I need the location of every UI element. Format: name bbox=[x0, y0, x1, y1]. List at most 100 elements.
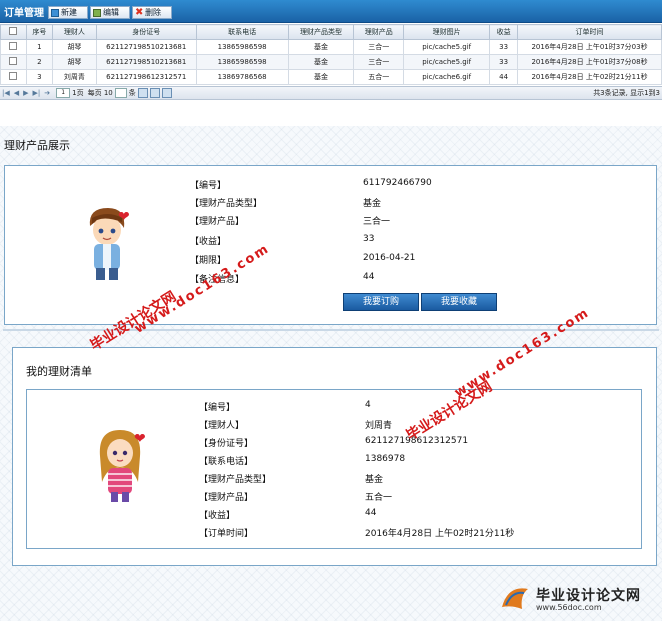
page-title: 订单管理 bbox=[4, 8, 44, 19]
product-field-value: 611792466790 bbox=[363, 178, 432, 188]
col-idcard[interactable]: 身份证号 bbox=[95, 24, 197, 40]
first-page-icon[interactable]: |◀ bbox=[2, 87, 10, 99]
product-field-value: 33 bbox=[363, 234, 375, 244]
table-row[interactable]: 2 胡琴 621127198510213681 13865986598 基金 三… bbox=[0, 54, 662, 70]
table-header: 序号 理财人 身份证号 联系电话 理财产品类型 理财产品 理财图片 收益 订单时… bbox=[0, 24, 662, 40]
list-field-label: 【联系电话】 bbox=[199, 457, 254, 467]
list-field-value: 1386978 bbox=[365, 454, 406, 464]
cell-product: 五合一 bbox=[353, 69, 405, 85]
col-phone[interactable]: 联系电话 bbox=[195, 24, 289, 40]
col-product[interactable]: 理财产品 bbox=[353, 24, 405, 40]
cell-time: 2016年4月28日 上午01时37分08秒 bbox=[517, 54, 662, 70]
col-income[interactable]: 收益 bbox=[489, 24, 519, 40]
list-field-label: 【身份证号】 bbox=[199, 439, 254, 449]
delete-icon: ✖ bbox=[135, 6, 144, 18]
cell-no: 2 bbox=[25, 54, 53, 70]
list-field-value: 五合一 bbox=[365, 493, 393, 503]
edit-button[interactable]: 编辑 bbox=[90, 6, 130, 19]
list-field-label: 【编号】 bbox=[199, 403, 236, 413]
product-field-value: 三合一 bbox=[363, 217, 391, 227]
cell-image: pic/cache5.gif bbox=[403, 54, 491, 70]
table-row[interactable]: 3 刘周青 621127198612312571 13869786568 基金 … bbox=[0, 69, 662, 85]
list-field-label: 【收益】 bbox=[199, 511, 236, 521]
cell-type: 基金 bbox=[287, 54, 355, 70]
product-field-label: 【收益】 bbox=[190, 237, 227, 247]
row-checkbox[interactable] bbox=[0, 39, 27, 55]
col-image[interactable]: 理财图片 bbox=[403, 24, 491, 40]
list-field-value: 基金 bbox=[365, 475, 384, 485]
new-icon bbox=[51, 8, 59, 17]
pager: |◀ ◀ ▶ ▶| ➔ 1 1页 每页 10 条 共3条记录, 显示1到3 bbox=[0, 86, 662, 100]
print-icon[interactable] bbox=[161, 88, 172, 98]
new-button[interactable]: 新建 bbox=[48, 6, 88, 19]
buy-button[interactable]: 我要订购 bbox=[343, 293, 419, 311]
export-icon[interactable] bbox=[149, 88, 160, 98]
cell-no: 3 bbox=[25, 69, 53, 85]
list-field-value: 刘周青 bbox=[365, 421, 393, 431]
cell-person: 刘周青 bbox=[51, 69, 97, 85]
cell-no: 1 bbox=[25, 39, 53, 55]
cell-product: 三合一 bbox=[353, 54, 405, 70]
col-time[interactable]: 订单时间 bbox=[517, 24, 662, 40]
table-row[interactable]: 1 胡琴 621127198510213681 13865986598 基金 三… bbox=[0, 39, 662, 55]
my-list-title: 我的理财清单 bbox=[26, 365, 92, 378]
product-field-value: 2016-04-21 bbox=[363, 253, 416, 263]
cell-time: 2016年4月28日 上午01时37分03秒 bbox=[517, 39, 662, 55]
cell-phone: 13869786568 bbox=[195, 69, 289, 85]
product-field-value: 44 bbox=[363, 272, 375, 282]
orders-table: 序号 理财人 身份证号 联系电话 理财产品类型 理财产品 理财图片 收益 订单时… bbox=[0, 24, 662, 85]
list-field-label: 【理财产品类型】 bbox=[199, 475, 272, 485]
per-page-unit: 条 bbox=[128, 89, 136, 97]
row-checkbox[interactable] bbox=[0, 69, 27, 85]
cell-idcard: 621127198510213681 bbox=[95, 39, 197, 55]
col-type[interactable]: 理财产品类型 bbox=[287, 24, 355, 40]
list-field-label: 【订单时间】 bbox=[199, 529, 254, 539]
page-input[interactable]: 1 bbox=[56, 88, 71, 98]
logo-url: www.56doc.com bbox=[536, 603, 602, 612]
logo-emblem-icon bbox=[502, 588, 528, 609]
per-page-select[interactable] bbox=[114, 88, 127, 98]
favorite-button[interactable]: 我要收藏 bbox=[421, 293, 497, 311]
product-field-label: 【期限】 bbox=[190, 256, 227, 266]
site-logo: 毕业设计论文网 www.56doc.com bbox=[498, 583, 660, 617]
cell-image: pic/cache5.gif bbox=[403, 39, 491, 55]
cell-income: 44 bbox=[489, 69, 519, 85]
go-icon[interactable]: ➔ bbox=[44, 87, 50, 99]
refresh-icon[interactable] bbox=[137, 88, 148, 98]
list-field-value: 4 bbox=[365, 400, 371, 410]
list-field-label: 【理财产品】 bbox=[199, 493, 254, 503]
pager-summary: 共3条记录, 显示1到3 bbox=[593, 89, 660, 97]
list-field-value: 44 bbox=[365, 508, 377, 518]
product-field-label: 【理财产品类型】 bbox=[190, 199, 263, 209]
next-page-icon[interactable]: ▶ bbox=[23, 87, 28, 99]
red-heart-icon: ❤ bbox=[134, 431, 146, 447]
cell-income: 33 bbox=[489, 54, 519, 70]
list-field-value: 2016年4月28日 上午02时21分11秒 bbox=[365, 529, 515, 539]
cell-image: pic/cache6.gif bbox=[403, 69, 491, 85]
product-field-label: 【理财产品】 bbox=[190, 217, 245, 227]
cell-person: 胡琴 bbox=[51, 39, 97, 55]
cell-phone: 13865986598 bbox=[195, 54, 289, 70]
header-bar: 订单管理 新建 编辑 ✖ 删除 bbox=[0, 0, 662, 23]
cell-idcard: 621127198612312571 bbox=[95, 69, 197, 85]
cell-idcard: 621127198510213681 bbox=[95, 54, 197, 70]
cell-person: 胡琴 bbox=[51, 54, 97, 70]
logo-cn: 毕业设计论文网 bbox=[536, 588, 641, 604]
cell-type: 基金 bbox=[287, 69, 355, 85]
select-all-checkbox[interactable] bbox=[0, 24, 27, 40]
col-person[interactable]: 理财人 bbox=[51, 24, 97, 40]
list-field-label: 【理财人】 bbox=[199, 421, 245, 431]
last-page-icon[interactable]: ▶| bbox=[33, 87, 41, 99]
product-display-title: 理财产品展示 bbox=[4, 139, 70, 152]
cell-income: 33 bbox=[489, 39, 519, 55]
cell-phone: 13865986598 bbox=[195, 39, 289, 55]
col-no[interactable]: 序号 bbox=[25, 24, 53, 40]
row-checkbox[interactable] bbox=[0, 54, 27, 70]
product-field-value: 基金 bbox=[363, 199, 382, 209]
delete-button[interactable]: ✖ 删除 bbox=[132, 6, 172, 19]
per-page-label: 每页 10 bbox=[87, 89, 113, 97]
cell-product: 三合一 bbox=[353, 39, 405, 55]
cell-time: 2016年4月28日 上午02时21分11秒 bbox=[517, 69, 662, 85]
prev-page-icon[interactable]: ◀ bbox=[14, 87, 19, 99]
toolbar: 新建 编辑 ✖ 删除 bbox=[48, 6, 174, 19]
